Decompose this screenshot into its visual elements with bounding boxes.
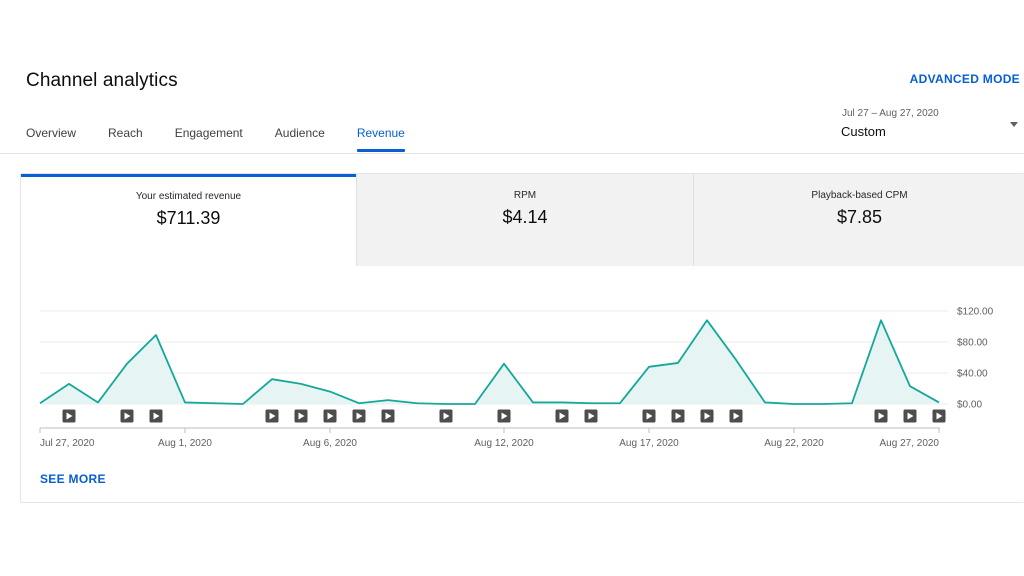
video-marker-icon[interactable]: [149, 409, 163, 423]
video-marker-icon[interactable]: [381, 409, 395, 423]
video-marker-icon[interactable]: [642, 409, 656, 423]
video-marker-icon[interactable]: [671, 409, 685, 423]
video-marker-icon[interactable]: [874, 409, 888, 423]
revenue-card: Your estimated revenue $711.39 RPM $4.14…: [20, 173, 1024, 503]
metric-tab-rpm[interactable]: RPM $4.14: [356, 174, 693, 266]
metric-tab-estimated-revenue[interactable]: Your estimated revenue $711.39: [21, 174, 356, 266]
date-range-dropdown[interactable]: Jul 27 – Aug 27, 2020 Custom: [840, 106, 1024, 146]
tab-bar: Overview Reach Engagement Audience Reven…: [26, 118, 437, 154]
video-marker-icon[interactable]: [729, 409, 743, 423]
video-marker-icon[interactable]: [439, 409, 453, 423]
tab-reach[interactable]: Reach: [108, 118, 143, 152]
video-marker-icon[interactable]: [700, 409, 714, 423]
page-title: Channel analytics: [26, 70, 178, 91]
video-marker-icon[interactable]: [120, 409, 134, 423]
see-more-button[interactable]: SEE MORE: [40, 472, 106, 486]
video-marker-icon[interactable]: [932, 409, 946, 423]
dropdown-caret-icon: [1010, 122, 1018, 127]
tab-engagement[interactable]: Engagement: [175, 118, 243, 152]
video-marker-icon[interactable]: [584, 409, 598, 423]
video-marker-icon[interactable]: [555, 409, 569, 423]
metric-value: $4.14: [502, 207, 548, 227]
advanced-mode-button[interactable]: ADVANCED MODE: [910, 72, 1020, 86]
video-marker-icon[interactable]: [265, 409, 279, 423]
video-marker-icon[interactable]: [62, 409, 76, 423]
tab-divider: [0, 153, 1024, 154]
metric-label: RPM: [513, 190, 537, 201]
tab-audience[interactable]: Audience: [275, 118, 325, 152]
metric-value: $7.85: [836, 207, 883, 227]
video-marker-icon[interactable]: [323, 409, 337, 423]
date-range-value: Custom: [841, 124, 886, 139]
tab-revenue[interactable]: Revenue: [356, 118, 405, 152]
date-range-text: Jul 27 – Aug 27, 2020: [842, 108, 939, 119]
video-marker-icon[interactable]: [903, 409, 917, 423]
metric-tab-playback-cpm[interactable]: Playback-based CPM $7.85: [693, 174, 1024, 266]
metric-label: Your estimated revenue: [135, 191, 242, 202]
video-marker-icon[interactable]: [497, 409, 511, 423]
tab-overview[interactable]: Overview: [26, 118, 76, 152]
video-marker-icon[interactable]: [294, 409, 308, 423]
metric-label: Playback-based CPM: [811, 190, 908, 201]
metric-value: $711.39: [156, 208, 221, 228]
video-marker-icon[interactable]: [352, 409, 366, 423]
